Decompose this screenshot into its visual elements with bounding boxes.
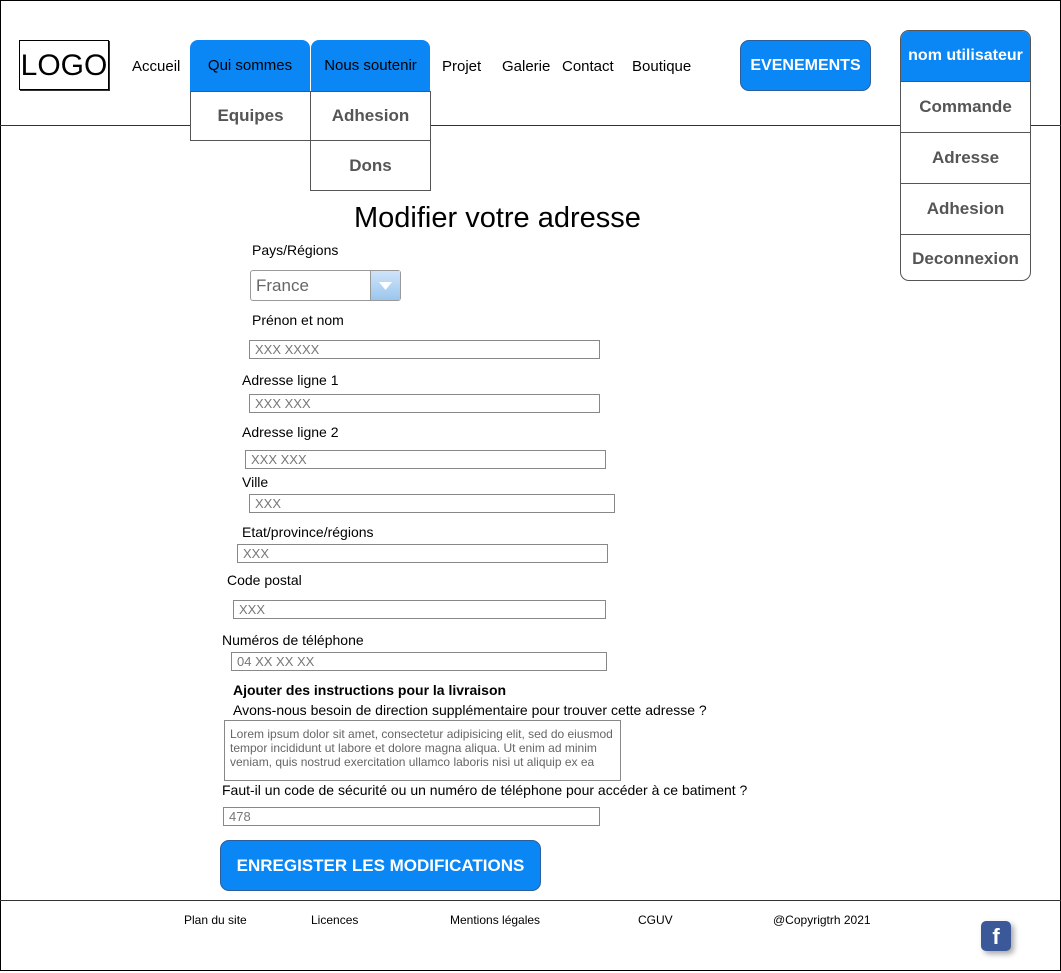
user-menu: nom utilisateur Commande Adresse Adhesio… [900,30,1031,281]
security-code-input[interactable] [223,807,600,826]
page-title: Modifier votre adresse [354,202,641,234]
footer-cguv[interactable]: CGUV [638,913,673,927]
nav-qui-sommes-nous[interactable]: Qui sommes nous [190,40,310,126]
name-input[interactable] [249,340,600,359]
save-button[interactable]: ENREGISTER LES MODIFICATIONS [220,840,541,891]
city-label: Ville [242,474,269,490]
nav-nous-soutenir-label: Nous soutenir [324,57,417,74]
user-name[interactable]: nom utilisateur [901,31,1030,81]
address-line1-label: Adresse ligne 1 [242,372,339,388]
country-label: Pays/Régions [252,242,339,258]
nav-nous-soutenir[interactable]: Nous soutenir [311,40,430,91]
state-label: Etat/province/régions [242,524,374,540]
user-menu-deconnexion[interactable]: Deconnexion [901,234,1030,280]
footer-mentions-legales[interactable]: Mentions légales [450,913,540,927]
submenu-equipes[interactable]: Equipes [190,91,311,141]
nav-projet[interactable]: Projet [442,58,481,75]
footer-copyright: @Copyrigtrh 2021 [773,913,871,927]
city-input[interactable] [249,494,615,513]
submenu-dons[interactable]: Dons [310,140,431,191]
security-question: Faut-il un code de sécurité ou un numéro… [222,782,748,798]
footer-plan-du-site[interactable]: Plan du site [184,913,247,927]
instructions-heading: Ajouter des instructions pour la livrais… [233,682,507,698]
address-line2-input[interactable] [245,450,606,469]
address-line2-label: Adresse ligne 2 [242,424,339,440]
nav-boutique[interactable]: Boutique [632,58,691,75]
footer-divider [0,900,1061,901]
phone-label: Numéros de téléphone [222,632,364,648]
nav-accueil[interactable]: Accueil [132,58,180,75]
country-select[interactable]: France [250,270,401,301]
nav-galerie[interactable]: Galerie [502,58,550,75]
phone-input[interactable] [231,652,607,671]
chevron-down-icon[interactable] [370,271,400,300]
evenements-button[interactable]: EVENEMENTS [740,40,871,91]
name-label: Prénon et nom [252,312,344,328]
footer-licences[interactable]: Licences [311,913,358,927]
state-input[interactable] [237,544,608,563]
user-menu-commande[interactable]: Commande [901,81,1030,132]
facebook-icon[interactable]: f [981,921,1011,951]
user-menu-adhesion[interactable]: Adhesion [901,183,1030,234]
zip-label: Code postal [227,572,302,588]
user-menu-adresse[interactable]: Adresse [901,132,1030,183]
directions-question: Avons-nous besoin de direction supplémen… [233,702,707,718]
address-line1-input[interactable] [249,394,600,413]
directions-textarea[interactable]: Lorem ipsum dolor sit amet, consectetur … [224,720,621,781]
nav-contact[interactable]: Contact [562,58,614,75]
submenu-adhesion[interactable]: Adhesion [310,91,431,141]
logo[interactable]: LOGO [19,40,109,90]
country-select-value: France [256,276,309,295]
zip-input[interactable] [233,600,606,619]
